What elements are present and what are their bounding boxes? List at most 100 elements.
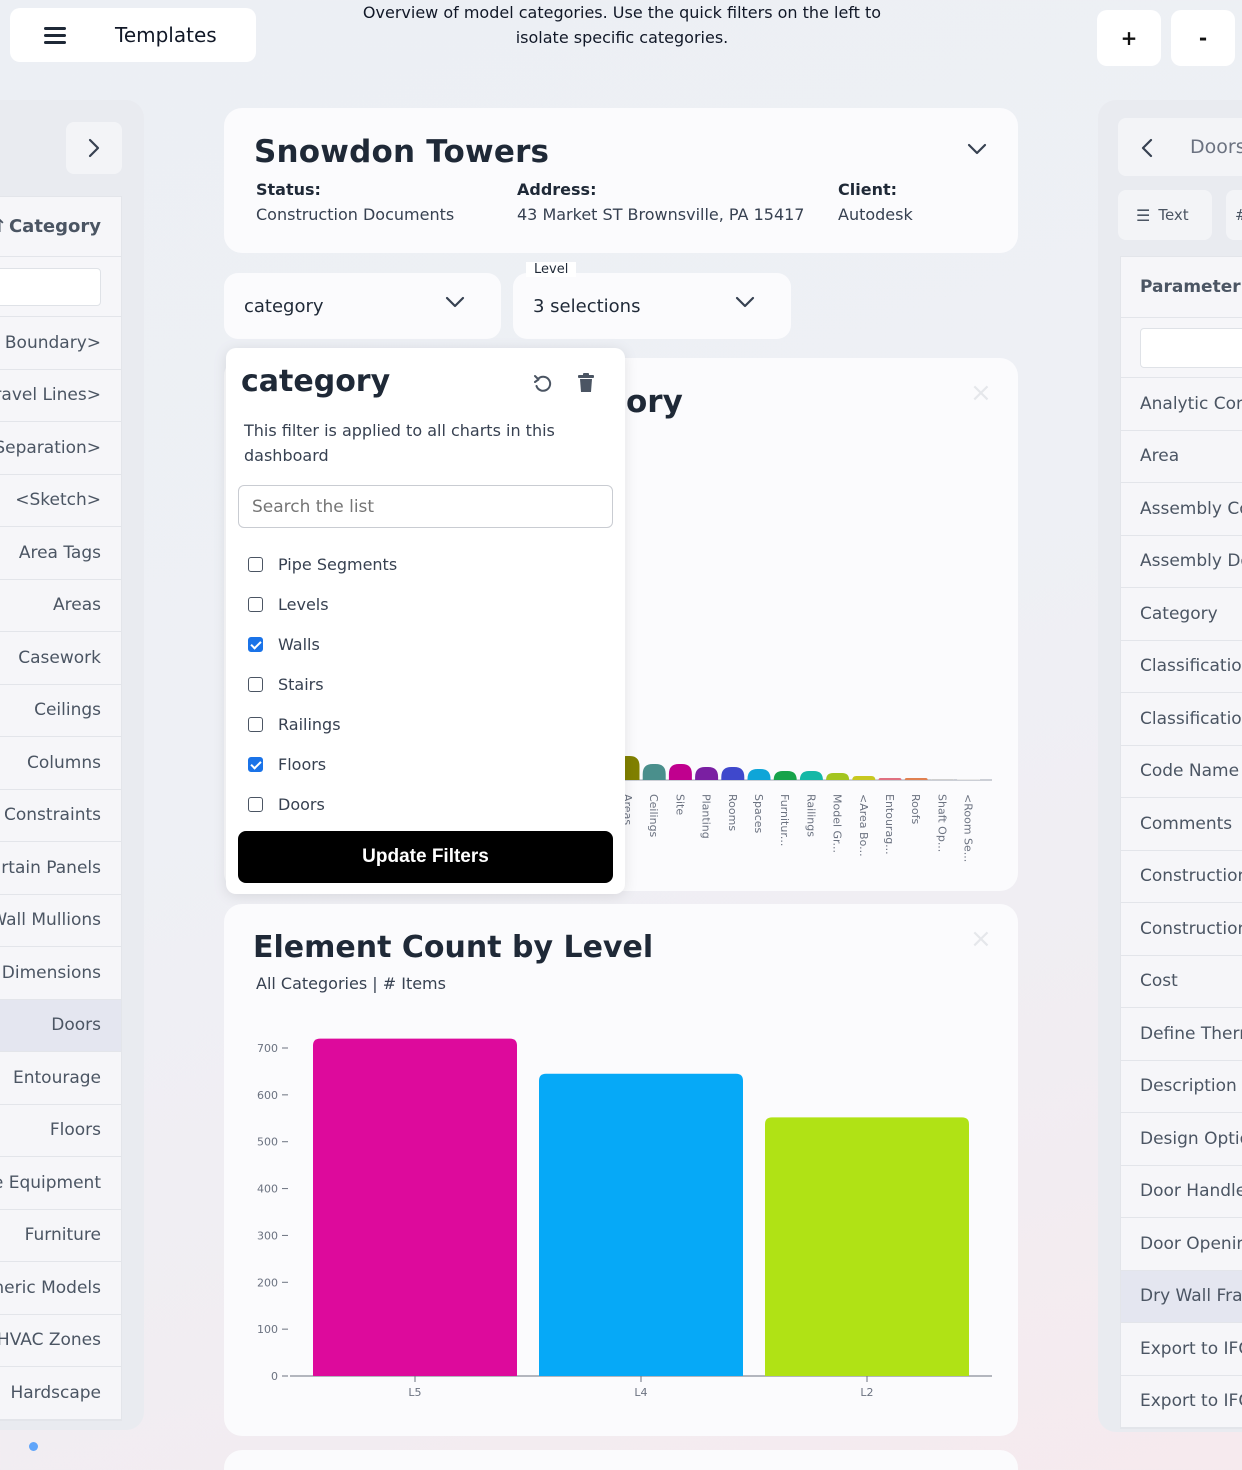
filter-option[interactable]: Doors — [248, 795, 325, 814]
filter-option-label: Railings — [278, 715, 341, 734]
category-list-item[interactable]: Constraints — [0, 790, 121, 842]
category-list-item[interactable]: Furniture Equipment — [0, 1157, 121, 1210]
category-list-item[interactable]: <Room Travel Lines> — [0, 370, 121, 422]
category-bar[interactable] — [721, 767, 745, 780]
text-tab[interactable]: ☰ Text — [1118, 190, 1212, 240]
category-tick-label: Shaft Op... — [935, 794, 948, 852]
category-search-input[interactable] — [0, 268, 101, 306]
category-filter-dropdown[interactable]: category — [224, 273, 501, 339]
trash-icon[interactable] — [576, 372, 596, 394]
expand-panel-button[interactable] — [66, 122, 122, 174]
filter-option[interactable]: Floors — [248, 755, 326, 774]
category-list-item[interactable]: Ceilings — [0, 685, 121, 737]
category-bar[interactable] — [773, 771, 797, 780]
category-list-item[interactable]: Dimensions — [0, 947, 121, 1000]
category-list-item[interactable]: Columns — [0, 737, 121, 790]
checkbox[interactable] — [248, 797, 263, 812]
category-column-header[interactable]: ↑ Category — [0, 197, 121, 257]
category-list-item[interactable]: Hardscape — [0, 1367, 121, 1420]
templates-button[interactable]: Templates — [10, 8, 256, 62]
filter-option[interactable]: Walls — [248, 635, 320, 654]
category-list-item[interactable]: HVAC Zones — [0, 1315, 121, 1367]
parameter-list-item[interactable]: Cost — [1121, 956, 1242, 1008]
x-tick-label: L2 — [860, 1386, 873, 1399]
parameter-list-item[interactable]: Define Thermal — [1121, 1008, 1242, 1061]
parameter-search-input[interactable] — [1140, 328, 1242, 368]
parameter-list-item[interactable]: Classification — [1121, 693, 1242, 746]
parameter-column-header[interactable]: Parameter — [1121, 257, 1242, 318]
checkbox[interactable] — [248, 557, 263, 572]
bar-l2[interactable] — [765, 1117, 969, 1376]
category-list-item[interactable]: Curtain Wall Mullions — [0, 895, 121, 947]
checkbox[interactable] — [248, 717, 263, 732]
reset-icon[interactable] — [532, 373, 554, 395]
filter-option[interactable]: Railings — [248, 715, 341, 734]
zoom-out-button[interactable]: - — [1171, 10, 1235, 66]
zoom-in-button[interactable]: + — [1097, 10, 1161, 66]
category-bar[interactable] — [642, 764, 666, 780]
category-list-item[interactable]: <Area Boundary> — [0, 317, 121, 370]
category-bar[interactable] — [878, 778, 902, 780]
category-list-item[interactable]: <Room Separation> — [0, 422, 121, 475]
category-list-item[interactable]: Generic Models — [0, 1262, 121, 1315]
parameter-list-item[interactable]: Door Handle — [1121, 1166, 1242, 1218]
filter-option[interactable]: Pipe Segments — [248, 555, 397, 574]
category-bar[interactable] — [668, 764, 692, 780]
filter-option[interactable]: Levels — [248, 595, 329, 614]
category-list-item[interactable]: Casework — [0, 632, 121, 685]
category-tick-label: Ceilings — [647, 794, 660, 838]
parameter-list-item[interactable]: Dry Wall Frame — [1121, 1270, 1242, 1323]
category-bar[interactable] — [799, 771, 823, 780]
category-list-item[interactable]: Areas — [0, 580, 121, 632]
parameter-list-item[interactable]: Description — [1121, 1061, 1242, 1113]
category-list-item[interactable]: Curtain Panels — [0, 842, 121, 895]
parameter-list-item[interactable]: Door Opening — [1121, 1218, 1242, 1271]
parameter-list-item[interactable]: Comments — [1121, 798, 1242, 851]
close-icon[interactable]: × — [970, 924, 992, 954]
parameter-list-item[interactable]: Code Name — [1121, 746, 1242, 798]
category-list-item[interactable]: Floors — [0, 1105, 121, 1157]
parameter-list-item[interactable]: Construction — [1121, 851, 1242, 903]
parameter-list-item[interactable]: Area — [1121, 431, 1242, 483]
category-tick-label: Entourag... — [883, 794, 896, 855]
category-tick-label: <Area Bo... — [857, 794, 870, 857]
chevron-down-icon[interactable] — [966, 142, 988, 156]
parameter-list-item[interactable]: Classification — [1121, 641, 1242, 693]
category-bar[interactable] — [930, 779, 954, 780]
category-list-item[interactable]: <Sketch> — [0, 475, 121, 527]
category-bar[interactable] — [957, 779, 981, 780]
category-bar[interactable] — [826, 773, 850, 780]
category-list-item[interactable]: Furniture — [0, 1210, 121, 1262]
level-filter-dropdown[interactable]: 3 selections — [513, 273, 791, 339]
checkbox[interactable] — [248, 757, 263, 772]
checkbox[interactable] — [248, 677, 263, 692]
filter-option[interactable]: Stairs — [248, 675, 324, 694]
x-tick-label: L4 — [634, 1386, 647, 1399]
status-dot — [29, 1442, 38, 1451]
category-bar[interactable] — [904, 778, 928, 780]
close-icon[interactable]: × — [970, 378, 992, 408]
parameter-list-item[interactable]: Construction — [1121, 903, 1242, 956]
category-list-item[interactable]: Area Tags — [0, 527, 121, 580]
parameter-list-item[interactable]: Category — [1121, 588, 1242, 641]
checkbox[interactable] — [248, 597, 263, 612]
category-bar[interactable] — [695, 767, 719, 780]
parameter-list-item[interactable]: Design Option — [1121, 1113, 1242, 1166]
checkbox[interactable] — [248, 637, 263, 652]
category-bar[interactable] — [747, 769, 771, 780]
search-input[interactable] — [238, 485, 613, 528]
parameter-list-item[interactable]: Export to IFC — [1121, 1376, 1242, 1428]
parameter-list-item[interactable]: Export to IFC — [1121, 1323, 1242, 1376]
parameter-list-item[interactable]: Analytic Construction — [1121, 378, 1242, 431]
element-count-subtitle: All Categories | # Items — [256, 974, 446, 993]
bar-l5[interactable] — [313, 1038, 517, 1376]
category-bar[interactable] — [852, 776, 876, 780]
chevron-left-icon[interactable] — [1140, 137, 1154, 159]
update-filters-button[interactable]: Update Filters — [238, 831, 613, 883]
category-list-item[interactable]: Doors — [0, 999, 121, 1052]
parameter-list-item[interactable]: Assembly Code — [1121, 483, 1242, 536]
bar-l4[interactable] — [539, 1073, 743, 1376]
parameter-list-item[interactable]: Assembly Description — [1121, 536, 1242, 588]
number-tab[interactable]: # — [1226, 190, 1242, 240]
category-list-item[interactable]: Entourage — [0, 1052, 121, 1105]
